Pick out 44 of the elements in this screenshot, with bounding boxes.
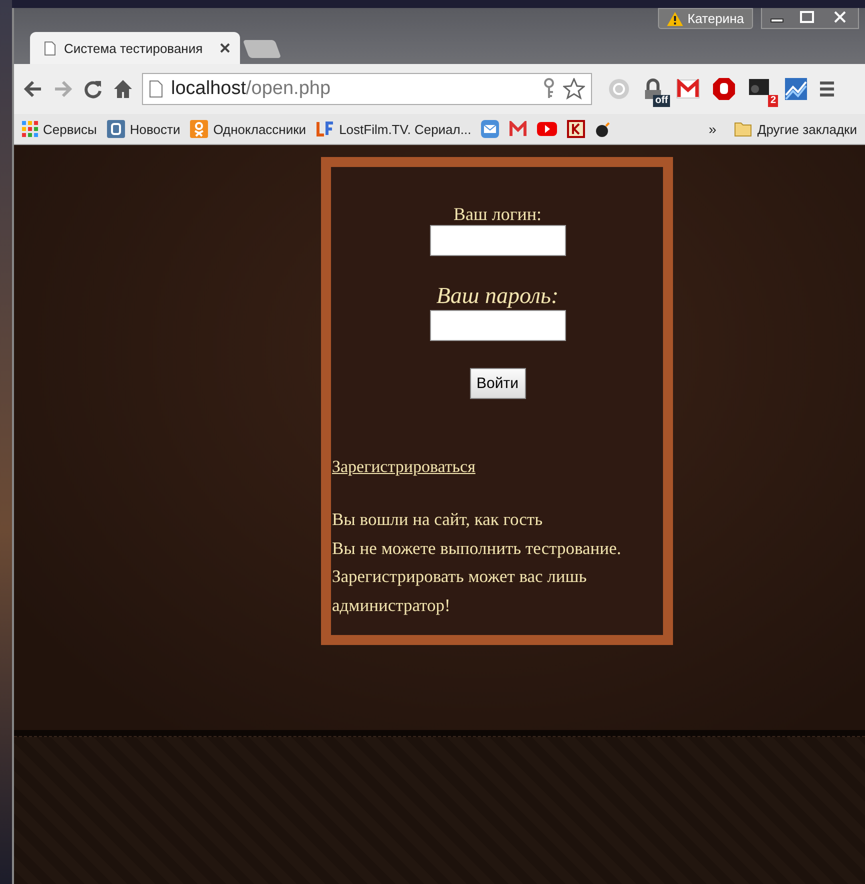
register-link[interactable]: Зарегистрироваться xyxy=(332,457,476,477)
more-bookmarks-button[interactable]: » xyxy=(708,121,716,137)
page-icon xyxy=(149,80,163,98)
info-message: Вы не можете выполнить тестрование. xyxy=(332,536,622,560)
login-label: Ваш логин: xyxy=(454,203,542,225)
bookmark[interactable]: Новости xyxy=(106,120,180,138)
browser-tab[interactable]: Система тестирования xyxy=(30,32,240,64)
bookmark[interactable]: LostFilm.TV. Сериал... xyxy=(316,120,472,138)
password-field[interactable] xyxy=(430,310,566,341)
key-icon[interactable] xyxy=(543,78,555,100)
mail-icon[interactable] xyxy=(676,79,700,99)
bookmark-folder[interactable]: Другие закладки xyxy=(734,121,857,137)
site-icon xyxy=(106,120,125,138)
site-icon xyxy=(190,120,208,138)
info-message: Вы вошли на сайт, как гость xyxy=(332,508,544,531)
mail-icon xyxy=(509,121,528,137)
chart-icon[interactable] xyxy=(784,77,808,101)
envelope-icon xyxy=(481,120,500,138)
address-bar[interactable]: localhost/open.php xyxy=(142,73,592,105)
apps-grid-icon xyxy=(22,121,38,137)
bookmark[interactable] xyxy=(567,120,586,138)
extension-badge: 2 xyxy=(768,95,778,107)
login-field[interactable] xyxy=(430,225,566,256)
reload-icon[interactable] xyxy=(82,78,104,100)
password-label: Ваш пароль: xyxy=(436,282,559,310)
new-tab-button[interactable] xyxy=(242,40,282,58)
bookmark[interactable]: Сервисы xyxy=(22,121,97,137)
stop-hand-icon[interactable] xyxy=(712,77,736,101)
login-button[interactable]: Войти xyxy=(470,368,526,399)
menu-icon[interactable] xyxy=(818,79,836,99)
back-icon[interactable] xyxy=(22,78,44,100)
profile-button[interactable]: Катерина xyxy=(658,8,753,29)
extension-badge: off xyxy=(653,95,670,107)
star-icon[interactable] xyxy=(563,78,585,100)
close-icon[interactable] xyxy=(220,43,230,53)
site-icon xyxy=(316,120,334,138)
page-icon xyxy=(44,40,56,56)
home-icon[interactable] xyxy=(112,78,134,100)
folder-icon xyxy=(734,121,752,137)
info-message: Зарегистрировать может вас лишь администратор! xyxy=(332,565,588,617)
bookmark[interactable]: Одноклассники xyxy=(190,120,306,138)
play-icon xyxy=(537,122,558,136)
warning-icon xyxy=(666,12,683,26)
site-icon xyxy=(567,120,586,138)
